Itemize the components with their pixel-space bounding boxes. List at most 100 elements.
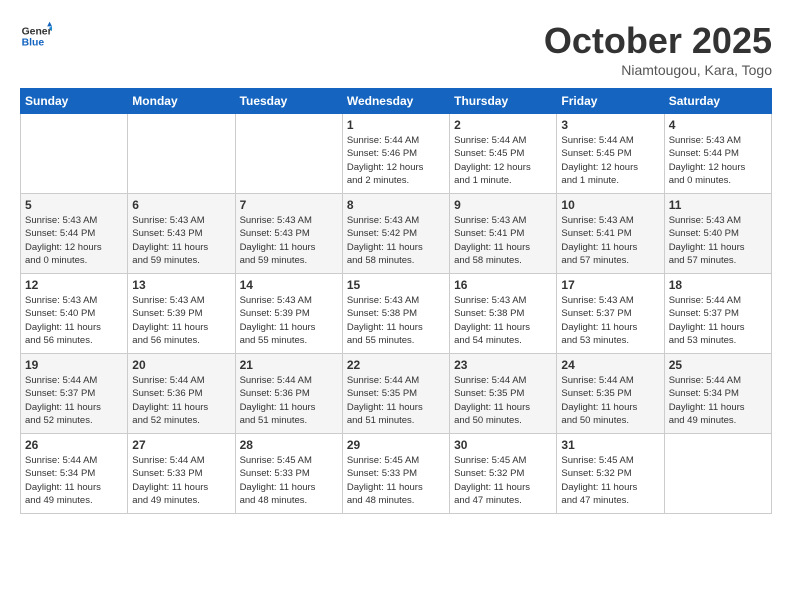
calendar-cell: 30 Sunrise: 5:45 AM Sunset: 5:32 PM Dayli…: [450, 434, 557, 514]
day-number: 27: [132, 438, 230, 452]
day-info: Sunrise: 5:44 AM Sunset: 5:45 PM Dayligh…: [561, 134, 659, 187]
calendar-cell: 31Sunrise: 5:45 AM Sunset: 5:32 PM Dayli…: [557, 434, 664, 514]
day-info: Sunrise: 5:44 AM Sunset: 5:36 PM Dayligh…: [132, 374, 230, 427]
calendar-cell: 26 Sunrise: 5:44 AM Sunset: 5:34 PM Dayli…: [21, 434, 128, 514]
calendar-cell: 9 Sunrise: 5:43 AM Sunset: 5:41 PM Daylig…: [450, 194, 557, 274]
calendar-cell: 5 Sunrise: 5:43 AM Sunset: 5:44 PM Daylig…: [21, 194, 128, 274]
calendar-cell: 2Sunrise: 5:44 AM Sunset: 5:45 PM Daylig…: [450, 114, 557, 194]
page-header: General Blue October 2025 Niamtougou, Ka…: [20, 20, 772, 78]
day-number: 20: [132, 358, 230, 372]
calendar-cell: 4Sunrise: 5:43 AM Sunset: 5:44 PM Daylig…: [664, 114, 771, 194]
day-info: Sunrise: 5:43 AM Sunset: 5:41 PM Dayligh…: [454, 214, 552, 267]
calendar-table: Sunday Monday Tuesday Wednesday Thursday…: [20, 88, 772, 514]
day-info: Sunrise: 5:43 AM Sunset: 5:38 PM Dayligh…: [454, 294, 552, 347]
day-number: 16: [454, 278, 552, 292]
day-info: Sunrise: 5:43 AM Sunset: 5:40 PM Dayligh…: [669, 214, 767, 267]
day-number: 19: [25, 358, 123, 372]
day-info: Sunrise: 5:45 AM Sunset: 5:33 PM Dayligh…: [240, 454, 338, 507]
day-info: Sunrise: 5:43 AM Sunset: 5:43 PM Dayligh…: [240, 214, 338, 267]
day-number: 7: [240, 198, 338, 212]
calendar-cell: 12Sunrise: 5:43 AM Sunset: 5:40 PM Dayli…: [21, 274, 128, 354]
day-number: 23: [454, 358, 552, 372]
header-monday: Monday: [128, 89, 235, 114]
day-info: Sunrise: 5:44 AM Sunset: 5:34 PM Dayligh…: [25, 454, 123, 507]
header-thursday: Thursday: [450, 89, 557, 114]
day-info: Sunrise: 5:45 AM Sunset: 5:32 PM Dayligh…: [454, 454, 552, 507]
day-info: Sunrise: 5:44 AM Sunset: 5:33 PM Dayligh…: [132, 454, 230, 507]
day-number: 6: [132, 198, 230, 212]
calendar-cell: 28 Sunrise: 5:45 AM Sunset: 5:33 PM Dayli…: [235, 434, 342, 514]
logo-icon: General Blue: [20, 20, 52, 52]
day-number: 11: [669, 198, 767, 212]
calendar-cell: 16 Sunrise: 5:43 AM Sunset: 5:38 PM Dayli…: [450, 274, 557, 354]
calendar-cell: 21Sunrise: 5:44 AM Sunset: 5:36 PM Dayli…: [235, 354, 342, 434]
day-number: 25: [669, 358, 767, 372]
calendar-cell: 1Sunrise: 5:44 AM Sunset: 5:46 PM Daylig…: [342, 114, 449, 194]
day-number: 8: [347, 198, 445, 212]
calendar-cell: 15 Sunrise: 5:43 AM Sunset: 5:38 PM Dayli…: [342, 274, 449, 354]
header-saturday: Saturday: [664, 89, 771, 114]
calendar-subtitle: Niamtougou, Kara, Togo: [544, 62, 772, 78]
day-info: Sunrise: 5:45 AM Sunset: 5:32 PM Dayligh…: [561, 454, 659, 507]
calendar-cell: 23 Sunrise: 5:44 AM Sunset: 5:35 PM Dayli…: [450, 354, 557, 434]
day-number: 17: [561, 278, 659, 292]
logo: General Blue: [20, 20, 52, 52]
calendar-cell: 18 Sunrise: 5:44 AM Sunset: 5:37 PM Dayli…: [664, 274, 771, 354]
day-number: 15: [347, 278, 445, 292]
day-info: Sunrise: 5:43 AM Sunset: 5:41 PM Dayligh…: [561, 214, 659, 267]
calendar-cell: 25Sunrise: 5:44 AM Sunset: 5:34 PM Dayli…: [664, 354, 771, 434]
day-info: Sunrise: 5:44 AM Sunset: 5:37 PM Dayligh…: [25, 374, 123, 427]
calendar-cell: 13Sunrise: 5:43 AM Sunset: 5:39 PM Dayli…: [128, 274, 235, 354]
calendar-cell: 29 Sunrise: 5:45 AM Sunset: 5:33 PM Dayli…: [342, 434, 449, 514]
calendar-cell: 11 Sunrise: 5:43 AM Sunset: 5:40 PM Dayli…: [664, 194, 771, 274]
day-info: Sunrise: 5:44 AM Sunset: 5:35 PM Dayligh…: [347, 374, 445, 427]
calendar-week-3: 12Sunrise: 5:43 AM Sunset: 5:40 PM Dayli…: [21, 274, 772, 354]
day-number: 2: [454, 118, 552, 132]
calendar-week-2: 5 Sunrise: 5:43 AM Sunset: 5:44 PM Daylig…: [21, 194, 772, 274]
header-tuesday: Tuesday: [235, 89, 342, 114]
day-number: 9: [454, 198, 552, 212]
day-number: 5: [25, 198, 123, 212]
day-info: Sunrise: 5:43 AM Sunset: 5:39 PM Dayligh…: [240, 294, 338, 347]
calendar-cell: 19 Sunrise: 5:44 AM Sunset: 5:37 PM Dayli…: [21, 354, 128, 434]
day-number: 26: [25, 438, 123, 452]
header-sunday: Sunday: [21, 89, 128, 114]
calendar-title: October 2025: [544, 20, 772, 62]
day-info: Sunrise: 5:44 AM Sunset: 5:46 PM Dayligh…: [347, 134, 445, 187]
day-info: Sunrise: 5:43 AM Sunset: 5:44 PM Dayligh…: [25, 214, 123, 267]
calendar-week-1: 1Sunrise: 5:44 AM Sunset: 5:46 PM Daylig…: [21, 114, 772, 194]
header-friday: Friday: [557, 89, 664, 114]
calendar-week-5: 26 Sunrise: 5:44 AM Sunset: 5:34 PM Dayli…: [21, 434, 772, 514]
day-number: 28: [240, 438, 338, 452]
calendar-cell: 10Sunrise: 5:43 AM Sunset: 5:41 PM Dayli…: [557, 194, 664, 274]
calendar-cell: 17 Sunrise: 5:43 AM Sunset: 5:37 PM Dayli…: [557, 274, 664, 354]
calendar-cell: 8 Sunrise: 5:43 AM Sunset: 5:42 PM Daylig…: [342, 194, 449, 274]
day-number: 24: [561, 358, 659, 372]
day-info: Sunrise: 5:44 AM Sunset: 5:35 PM Dayligh…: [454, 374, 552, 427]
day-info: Sunrise: 5:43 AM Sunset: 5:40 PM Dayligh…: [25, 294, 123, 347]
day-number: 29: [347, 438, 445, 452]
day-number: 18: [669, 278, 767, 292]
title-block: October 2025 Niamtougou, Kara, Togo: [544, 20, 772, 78]
calendar-cell: [664, 434, 771, 514]
day-info: Sunrise: 5:43 AM Sunset: 5:44 PM Dayligh…: [669, 134, 767, 187]
day-number: 22: [347, 358, 445, 372]
day-info: Sunrise: 5:44 AM Sunset: 5:35 PM Dayligh…: [561, 374, 659, 427]
calendar-cell: 20 Sunrise: 5:44 AM Sunset: 5:36 PM Dayli…: [128, 354, 235, 434]
calendar-cell: 14 Sunrise: 5:43 AM Sunset: 5:39 PM Dayli…: [235, 274, 342, 354]
day-info: Sunrise: 5:43 AM Sunset: 5:38 PM Dayligh…: [347, 294, 445, 347]
day-number: 3: [561, 118, 659, 132]
calendar-cell: 24 Sunrise: 5:44 AM Sunset: 5:35 PM Dayli…: [557, 354, 664, 434]
day-number: 30: [454, 438, 552, 452]
day-info: Sunrise: 5:43 AM Sunset: 5:37 PM Dayligh…: [561, 294, 659, 347]
weekday-header-row: Sunday Monday Tuesday Wednesday Thursday…: [21, 89, 772, 114]
day-number: 14: [240, 278, 338, 292]
day-info: Sunrise: 5:43 AM Sunset: 5:39 PM Dayligh…: [132, 294, 230, 347]
calendar-cell: 7 Sunrise: 5:43 AM Sunset: 5:43 PM Daylig…: [235, 194, 342, 274]
calendar-cell: 22 Sunrise: 5:44 AM Sunset: 5:35 PM Dayli…: [342, 354, 449, 434]
calendar-week-4: 19 Sunrise: 5:44 AM Sunset: 5:37 PM Dayli…: [21, 354, 772, 434]
day-info: Sunrise: 5:44 AM Sunset: 5:37 PM Dayligh…: [669, 294, 767, 347]
day-info: Sunrise: 5:43 AM Sunset: 5:42 PM Dayligh…: [347, 214, 445, 267]
day-info: Sunrise: 5:45 AM Sunset: 5:33 PM Dayligh…: [347, 454, 445, 507]
svg-text:General: General: [22, 26, 52, 37]
